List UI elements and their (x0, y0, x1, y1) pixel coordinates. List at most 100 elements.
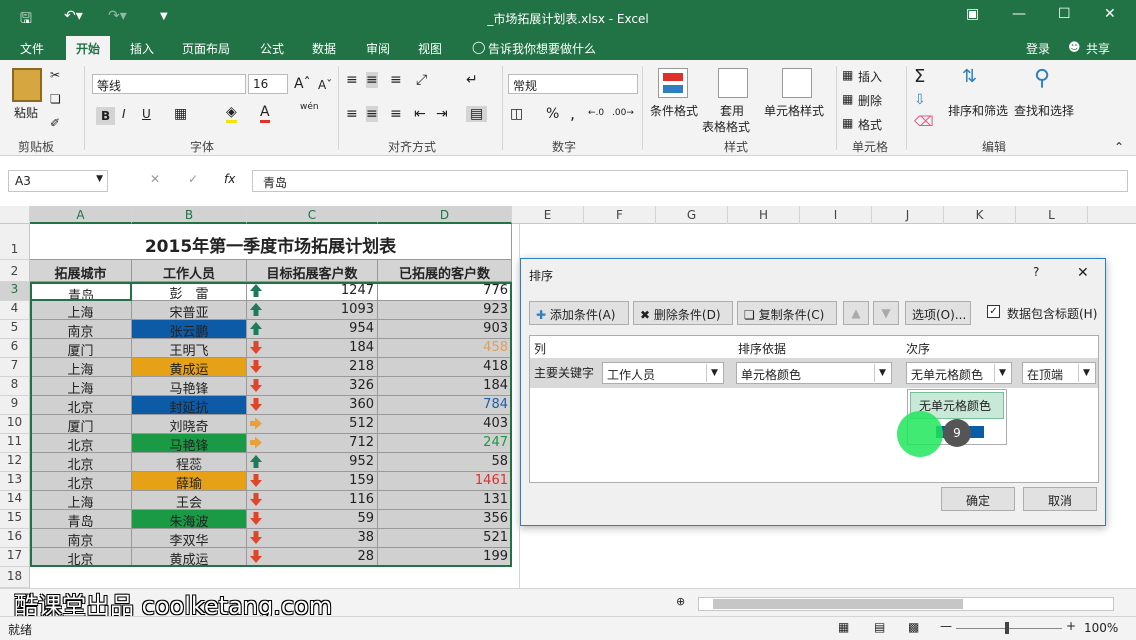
confirm-entry-icon[interactable]: ✓ (188, 172, 198, 186)
city-cell[interactable]: 上海 (30, 301, 132, 320)
decrease-indent-icon[interactable]: ⇤ (414, 106, 426, 122)
row-header-4[interactable]: 4 (0, 301, 30, 320)
target-cell[interactable]: 952 (247, 453, 378, 472)
name-box[interactable]: A3 ▼ (8, 170, 108, 192)
city-cell[interactable]: 北京 (30, 434, 132, 453)
row-header-3[interactable]: 3 (0, 282, 30, 301)
move-down-button[interactable]: ▼ (873, 301, 899, 325)
city-cell[interactable]: 北京 (30, 396, 132, 415)
header-done[interactable]: 已拓展的客户数 (378, 260, 512, 282)
sort-column-select[interactable]: 工作人员 ▼ (602, 362, 724, 384)
row-header-18[interactable]: 18 (0, 567, 30, 588)
add-condition-button[interactable]: ✚ 添加条件(A) (529, 301, 629, 325)
person-cell[interactable]: 彭 雷 (132, 282, 247, 301)
table-format-icon[interactable] (718, 68, 748, 98)
done-cell[interactable]: 923 (378, 301, 512, 320)
order-select[interactable]: 无单元格颜色 ▼ (906, 362, 1012, 384)
maximize-icon[interactable]: ☐ (1058, 6, 1071, 22)
city-cell[interactable]: 北京 (30, 453, 132, 472)
tab-insert[interactable]: 插入 (130, 40, 154, 57)
column-header-g[interactable]: G (656, 206, 728, 224)
person-cell[interactable]: 黄成运 (132, 358, 247, 377)
has-header-label[interactable]: 数据包含标题(H) (1007, 305, 1097, 322)
person-cell[interactable]: 朱海波 (132, 510, 247, 529)
tab-review[interactable]: 审阅 (366, 40, 390, 57)
person-cell[interactable]: 刘晓奇 (132, 415, 247, 434)
done-cell[interactable]: 199 (378, 548, 512, 567)
row-header-8[interactable]: 8 (0, 377, 30, 396)
column-header-i[interactable]: I (800, 206, 872, 224)
conditional-format-icon[interactable] (658, 68, 688, 98)
target-cell[interactable]: 184 (247, 339, 378, 358)
horizontal-scrollbar[interactable] (698, 597, 1114, 611)
cancel-button[interactable]: 取消 (1023, 487, 1097, 511)
delete-condition-button[interactable]: ✖ 删除条件(D) (633, 301, 733, 325)
wrap-text-icon[interactable]: ↵ (466, 72, 478, 88)
font-size-select[interactable]: 16 (248, 74, 288, 94)
normal-view-icon[interactable]: ▦ (838, 620, 849, 634)
number-format-select[interactable]: 常规 (508, 74, 638, 94)
city-cell[interactable]: 厦门 (30, 339, 132, 358)
person-cell[interactable]: 李双华 (132, 529, 247, 548)
done-cell[interactable]: 356 (378, 510, 512, 529)
target-cell[interactable]: 512 (247, 415, 378, 434)
currency-icon[interactable]: ◫ (510, 106, 523, 122)
zoom-in-icon[interactable]: + (1066, 619, 1076, 633)
copy-icon[interactable]: ❏ (50, 92, 61, 106)
row-header-11[interactable]: 11 (0, 434, 30, 453)
city-cell[interactable]: 南京 (30, 529, 132, 548)
delete-cells-icon[interactable]: ▦ (842, 92, 853, 106)
tab-home[interactable]: 开始 (66, 36, 111, 60)
conditional-format-button[interactable]: 条件格式 (650, 102, 698, 119)
target-cell[interactable]: 38 (247, 529, 378, 548)
person-cell[interactable]: 封延抗 (132, 396, 247, 415)
font-color-icon[interactable]: A (260, 104, 270, 123)
done-cell[interactable]: 458 (378, 339, 512, 358)
cut-icon[interactable]: ✂ (50, 68, 60, 82)
fill-color-icon[interactable]: ◈ (226, 104, 237, 123)
target-cell[interactable]: 360 (247, 396, 378, 415)
person-cell[interactable]: 程蕊 (132, 453, 247, 472)
delete-cells-button[interactable]: 删除 (858, 92, 882, 109)
row-header-16[interactable]: 16 (0, 529, 30, 548)
sort-on-select[interactable]: 单元格颜色 ▼ (736, 362, 892, 384)
decrease-decimal-icon[interactable]: .00→ (612, 108, 634, 118)
tell-me-box[interactable]: 告诉我你想要做什么 (488, 40, 596, 57)
row-header-9[interactable]: 9 (0, 396, 30, 415)
target-cell[interactable]: 954 (247, 320, 378, 339)
align-top-icon[interactable]: ≡ (346, 72, 358, 88)
format-cells-icon[interactable]: ▦ (842, 116, 853, 130)
person-cell[interactable]: 张云鹏 (132, 320, 247, 339)
insert-cells-button[interactable]: 插入 (858, 68, 882, 85)
tab-view[interactable]: 视图 (418, 40, 442, 57)
clear-icon[interactable]: ⌫ (914, 114, 934, 130)
formula-input[interactable]: 青岛 (252, 170, 1128, 192)
cell-style-icon[interactable] (782, 68, 812, 98)
merge-center-icon[interactable]: ▤ (466, 106, 488, 122)
header-person[interactable]: 工作人员 (132, 260, 247, 282)
comma-button[interactable]: , (570, 104, 575, 123)
zoom-level[interactable]: 100% (1084, 621, 1118, 635)
position-select[interactable]: 在顶端 ▼ (1022, 362, 1096, 384)
italic-button[interactable]: I (122, 107, 126, 121)
dialog-close-icon[interactable]: ✕ (1077, 265, 1089, 281)
find-select-button[interactable]: 查找和选择 (1014, 102, 1074, 119)
done-cell[interactable]: 1461 (378, 472, 512, 491)
sort-filter-button[interactable]: 排序和筛选 (948, 102, 1008, 119)
find-icon[interactable]: ⚲ (1034, 66, 1050, 91)
sign-in-link[interactable]: 登录 (1026, 40, 1050, 57)
zoom-out-icon[interactable]: — (940, 619, 952, 633)
align-bottom-icon[interactable]: ≡ (390, 72, 402, 88)
person-cell[interactable]: 薛瑜 (132, 472, 247, 491)
city-cell[interactable]: 上海 (30, 377, 132, 396)
orientation-icon[interactable]: ⤢ (416, 72, 427, 88)
increase-indent-icon[interactable]: ⇥ (436, 106, 448, 122)
header-target[interactable]: 目标拓展客户数 (247, 260, 378, 282)
header-city[interactable]: 拓展城市 (30, 260, 132, 282)
city-cell[interactable]: 青岛 (30, 510, 132, 529)
column-header-c[interactable]: C (247, 206, 378, 224)
target-cell[interactable]: 28 (247, 548, 378, 567)
fill-icon[interactable]: ⇩ (914, 92, 926, 108)
format-cells-button[interactable]: 格式 (858, 116, 882, 133)
city-cell[interactable]: 厦门 (30, 415, 132, 434)
